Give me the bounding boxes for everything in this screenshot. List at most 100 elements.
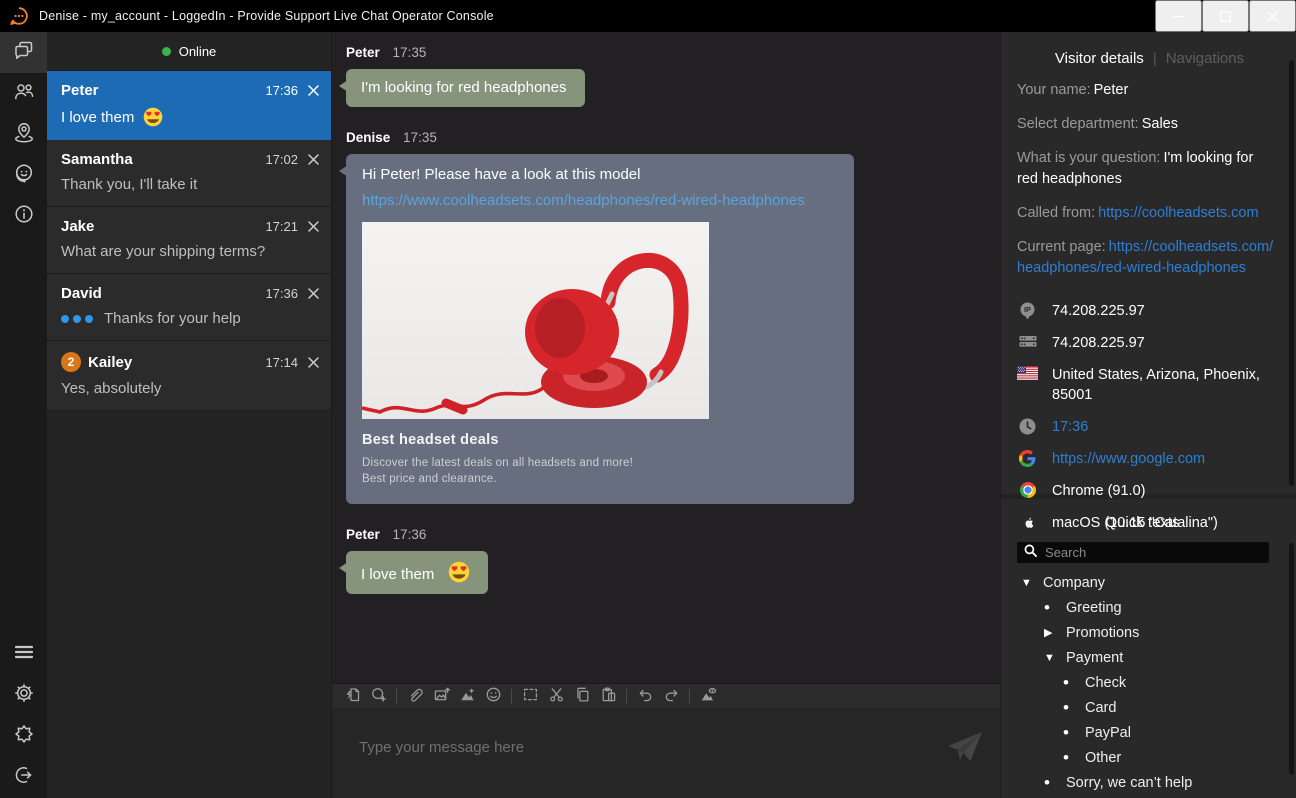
close-chat-button[interactable] bbox=[308, 221, 319, 232]
composer-toolbar bbox=[332, 683, 1000, 708]
chat-time: 17:36 bbox=[265, 286, 298, 301]
called-from-link[interactable]: https://coolheadsets.com bbox=[1098, 205, 1258, 221]
send-image-button[interactable] bbox=[428, 684, 454, 709]
tree-item-other[interactable]: Other bbox=[1017, 745, 1268, 770]
redo-button[interactable] bbox=[658, 684, 684, 709]
close-button[interactable] bbox=[1249, 0, 1296, 32]
visitor-message-bubble: I'm looking for red headphones bbox=[346, 69, 585, 107]
collapse-triangle-icon[interactable] bbox=[1021, 577, 1043, 589]
bullet-icon bbox=[1044, 773, 1066, 793]
tree-item-greeting[interactable]: Greeting bbox=[1017, 595, 1268, 620]
quick-texts-tree: Company Greeting Promotions Payment bbox=[1017, 570, 1268, 795]
chat-preview: Yes, absolutely bbox=[61, 380, 161, 397]
chat-list-item-samantha[interactable]: Samantha 17:02 Thank you, I'll take it bbox=[47, 140, 331, 207]
mountain-star-icon bbox=[459, 686, 476, 706]
close-chat-button[interactable] bbox=[308, 85, 319, 96]
operator-message-bubble: Hi Peter! Please have a look at this mod… bbox=[346, 154, 854, 504]
tree-item-promotions[interactable]: Promotions bbox=[1017, 620, 1268, 645]
quick-texts-section: Quick texts Company bbox=[1001, 499, 1296, 798]
rail-visitors-button[interactable] bbox=[0, 73, 47, 114]
emoji-button[interactable] bbox=[480, 684, 506, 709]
minimize-button[interactable] bbox=[1155, 0, 1202, 32]
screen-snapshot-button[interactable] bbox=[454, 684, 480, 709]
image-preview-button[interactable] bbox=[695, 684, 721, 709]
tree-item-card[interactable]: Card bbox=[1017, 695, 1268, 720]
undo-icon bbox=[637, 686, 654, 706]
paste-button[interactable] bbox=[595, 684, 621, 709]
rail-logout-button[interactable] bbox=[0, 757, 47, 798]
attach-file-button[interactable] bbox=[402, 684, 428, 709]
chat-list-item-david[interactable]: David 17:36 Thanks for your help bbox=[47, 274, 331, 341]
info-row-host: 74.208.225.97 bbox=[1017, 333, 1282, 353]
online-status-dot bbox=[162, 47, 171, 56]
operator-status[interactable]: Online bbox=[47, 32, 331, 71]
visitor-panel: Visitor details | Navigations Your name:… bbox=[1000, 32, 1296, 798]
close-chat-button[interactable] bbox=[308, 154, 319, 165]
chat-preview: Thanks for your help bbox=[104, 310, 241, 327]
chat-list-item-peter[interactable]: Peter 17:36 I love them bbox=[47, 71, 331, 140]
rail-geo-location-button[interactable] bbox=[0, 114, 47, 155]
tab-separator: | bbox=[1153, 50, 1157, 67]
insert-quick-text-button[interactable] bbox=[339, 684, 365, 709]
message-text: I love them bbox=[361, 566, 434, 583]
bullet-icon bbox=[1063, 723, 1085, 743]
chat-list-item-jake[interactable]: Jake 17:21 What are your shipping terms? bbox=[47, 207, 331, 274]
select-region-button[interactable] bbox=[517, 684, 543, 709]
collapse-triangle-icon[interactable] bbox=[1044, 652, 1066, 664]
cut-button[interactable] bbox=[543, 684, 569, 709]
rail-settings-button[interactable] bbox=[0, 675, 47, 716]
typing-indicator bbox=[61, 315, 93, 323]
quick-texts-search[interactable] bbox=[1017, 542, 1269, 563]
close-chat-button[interactable] bbox=[308, 357, 319, 368]
tree-item-check[interactable]: Check bbox=[1017, 670, 1268, 695]
message-author: Denise bbox=[346, 130, 390, 145]
tree-item-sorry-we-cant-help[interactable]: Sorry, we can’t help bbox=[1017, 770, 1268, 795]
message-time: 17:35 bbox=[393, 45, 427, 60]
smiley-icon bbox=[485, 686, 502, 706]
message-author: Peter bbox=[346, 45, 380, 60]
left-rail bbox=[0, 32, 47, 798]
rail-info-button[interactable] bbox=[0, 196, 47, 237]
tree-item-payment[interactable]: Payment bbox=[1017, 645, 1268, 670]
bullet-icon bbox=[1044, 598, 1066, 618]
visitor-message-bubble: I love them bbox=[346, 551, 488, 594]
mountain-eye-icon bbox=[700, 686, 717, 706]
send-message-button[interactable] bbox=[947, 731, 983, 766]
tree-item-paypal[interactable]: PayPal bbox=[1017, 720, 1268, 745]
rail-operators-button[interactable] bbox=[0, 155, 47, 196]
undo-button[interactable] bbox=[632, 684, 658, 709]
tab-visitor-details[interactable]: Visitor details bbox=[1055, 50, 1144, 67]
chat-list-item-kailey[interactable]: 2 Kailey 17:14 Yes, absolutely bbox=[47, 341, 331, 411]
link-preview-title: Best headset deals bbox=[362, 432, 838, 448]
red-headphones-photo bbox=[362, 222, 709, 419]
close-chat-button[interactable] bbox=[308, 288, 319, 299]
expand-triangle-icon[interactable] bbox=[1044, 626, 1066, 639]
ip-pin-icon: IP bbox=[1017, 302, 1038, 320]
chat-name: Kailey bbox=[88, 354, 132, 371]
maximize-button[interactable] bbox=[1202, 0, 1249, 32]
operators-icon bbox=[13, 162, 35, 189]
tab-navigations[interactable]: Navigations bbox=[1166, 50, 1244, 67]
field-called-from: Called from:https://coolheadsets.com bbox=[1017, 203, 1275, 224]
chat-time: 17:21 bbox=[265, 219, 298, 234]
bullet-icon bbox=[1063, 673, 1085, 693]
copy-button[interactable] bbox=[569, 684, 595, 709]
rail-whats-new-button[interactable] bbox=[0, 716, 47, 757]
message-input[interactable] bbox=[332, 708, 1000, 798]
google-referrer-link[interactable]: https://www.google.com bbox=[1052, 449, 1262, 469]
save-as-quick-text-button[interactable] bbox=[365, 684, 391, 709]
info-icon bbox=[13, 203, 35, 230]
quick-texts-scrollbar[interactable] bbox=[1289, 543, 1294, 775]
tree-item-company[interactable]: Company bbox=[1017, 570, 1268, 595]
rail-chats-button[interactable] bbox=[0, 32, 47, 73]
search-input[interactable] bbox=[1045, 545, 1262, 560]
chat-time: 17:14 bbox=[265, 355, 298, 370]
titlebar: Denise - my_account - LoggedIn - Provide… bbox=[0, 0, 1296, 32]
rail-menu-button[interactable] bbox=[0, 634, 47, 675]
paper-plane-icon bbox=[947, 731, 983, 766]
window-controls bbox=[1155, 0, 1296, 32]
chat-time: 17:02 bbox=[265, 152, 298, 167]
message-time: 17:35 bbox=[403, 130, 437, 145]
visitor-details-scrollbar[interactable] bbox=[1289, 60, 1294, 486]
message-link[interactable]: https://www.coolheadsets.com/headphones/… bbox=[362, 192, 838, 209]
